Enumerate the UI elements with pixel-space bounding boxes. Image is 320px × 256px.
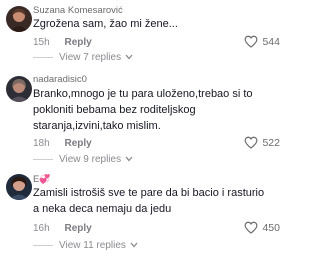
chevron-down-icon bbox=[130, 240, 138, 251]
comment-text: Branko,mnogo je tu para uloženo,trebao s… bbox=[33, 88, 253, 132]
comment-username[interactable]: E💞 bbox=[33, 174, 51, 185]
view-replies-label: View 7 replies bbox=[59, 52, 122, 63]
heart-outline-icon[interactable] bbox=[244, 35, 258, 48]
view-replies-button[interactable]: View 9 replies bbox=[33, 154, 133, 165]
comment-meta: 18h Reply bbox=[33, 138, 92, 149]
like-button[interactable]: 522 bbox=[244, 136, 280, 149]
chevron-down-icon bbox=[125, 154, 133, 165]
reply-button[interactable]: Reply bbox=[64, 223, 91, 234]
comment-text: Zamisli istrošiš sve te pare da bi bacio… bbox=[33, 187, 265, 215]
view-replies-button[interactable]: View 11 replies bbox=[33, 240, 138, 251]
divider-line bbox=[33, 57, 53, 58]
comment-time: 16h bbox=[33, 223, 50, 234]
chevron-down-icon bbox=[125, 52, 133, 63]
avatar[interactable] bbox=[6, 174, 32, 200]
heart-outline-icon[interactable] bbox=[244, 136, 258, 149]
comment-time: 18h bbox=[33, 138, 50, 149]
comment-username[interactable]: nadaradisic0 bbox=[33, 74, 87, 85]
comment-time: 15h bbox=[33, 37, 50, 48]
comment-meta: 15h Reply bbox=[33, 37, 92, 48]
comment-username[interactable]: Suzana Komesarović bbox=[33, 5, 123, 16]
like-button[interactable]: 544 bbox=[244, 35, 280, 48]
avatar[interactable] bbox=[6, 6, 32, 32]
like-count: 522 bbox=[262, 136, 280, 149]
like-count: 450 bbox=[262, 221, 280, 234]
comment-meta: 16h Reply bbox=[33, 223, 92, 234]
heart-outline-icon[interactable] bbox=[244, 221, 258, 234]
view-replies-label: View 11 replies bbox=[59, 240, 126, 251]
divider-line bbox=[33, 159, 53, 160]
reply-button[interactable]: Reply bbox=[64, 138, 91, 149]
like-button[interactable]: 450 bbox=[244, 221, 280, 234]
like-count: 544 bbox=[262, 35, 280, 48]
view-replies-label: View 9 replies bbox=[59, 154, 122, 165]
reply-button[interactable]: Reply bbox=[64, 37, 91, 48]
comment-text: Zgrožena sam, žao mi žene... bbox=[33, 18, 178, 30]
view-replies-button[interactable]: View 7 replies bbox=[33, 52, 133, 63]
divider-line bbox=[33, 245, 53, 246]
avatar[interactable] bbox=[6, 76, 32, 102]
